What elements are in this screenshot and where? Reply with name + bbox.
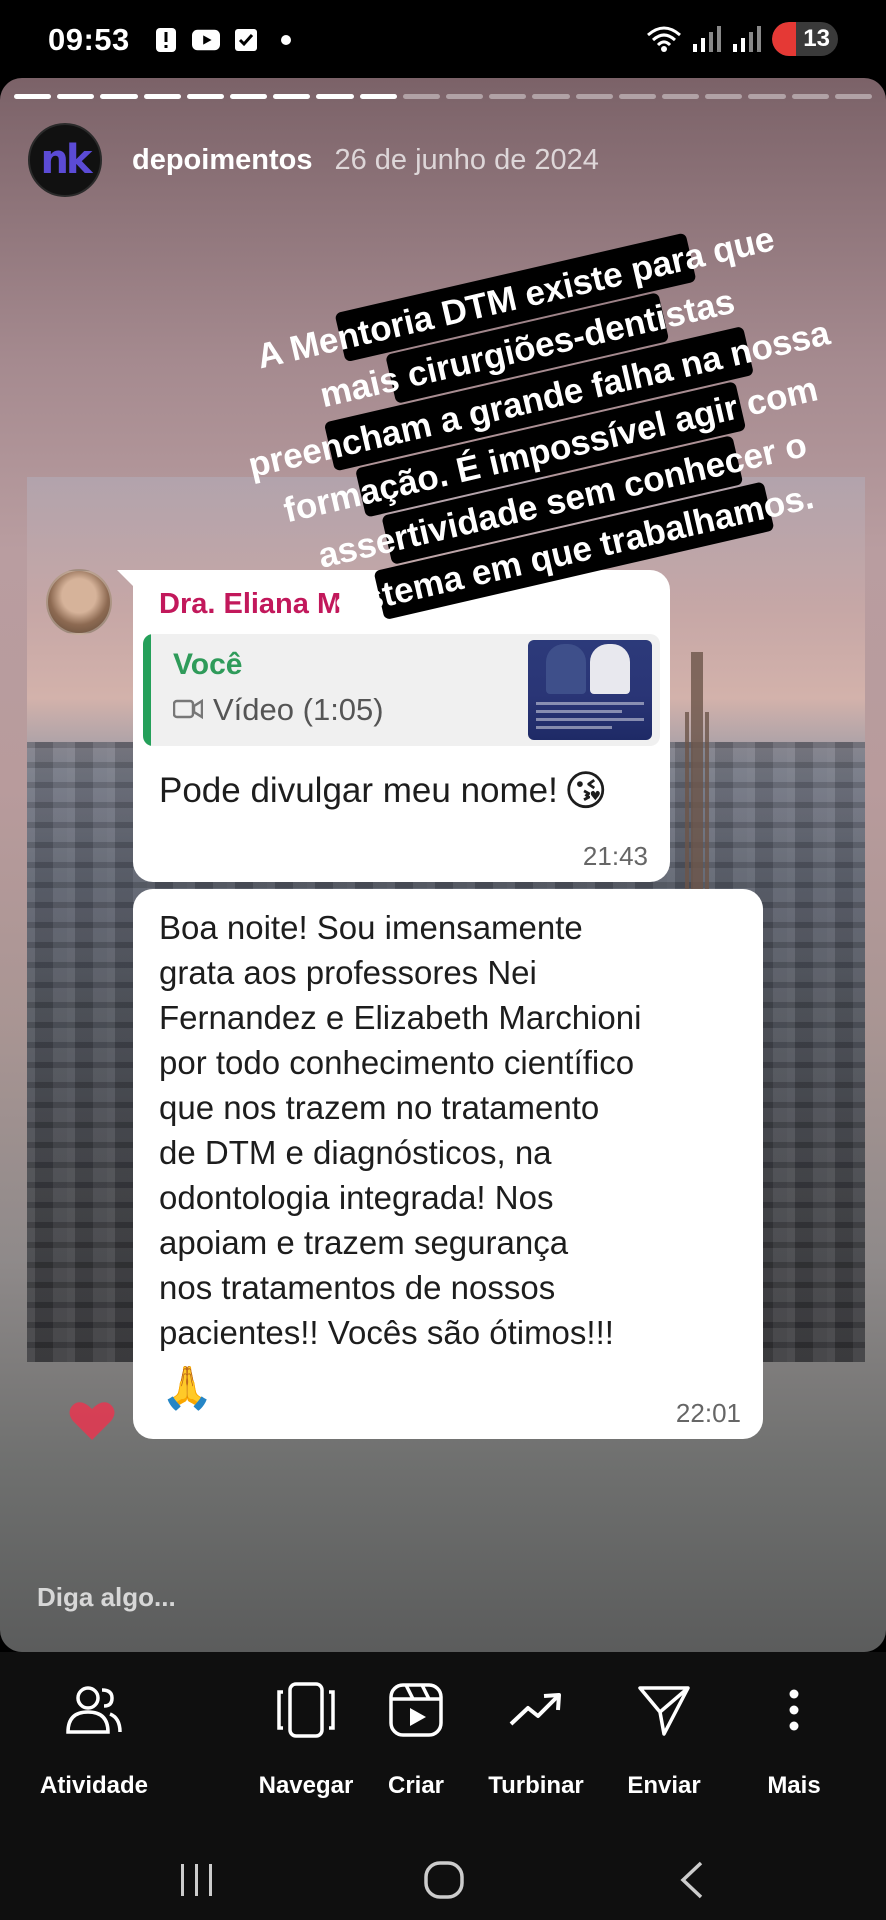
progress-segment	[14, 94, 52, 99]
profile-avatar[interactable]: nk	[28, 123, 102, 197]
signal-icon-2	[732, 26, 762, 52]
message-1: Pode divulgar meu nome! 😘	[159, 766, 608, 815]
message-2-line: de DTM e diagnósticos, na	[159, 1134, 552, 1171]
progress-segment	[791, 94, 829, 99]
quote-media: Vídeo (1:05)	[172, 692, 384, 728]
message-2-line: Fernandez e Elizabeth Marchioni	[159, 999, 642, 1036]
people-icon	[64, 1680, 124, 1740]
recents-button[interactable]	[157, 1858, 237, 1902]
send-label: Enviar	[627, 1772, 701, 1799]
message-2-line: apoiam e trazem segurança	[159, 1224, 569, 1261]
progress-segment	[446, 94, 484, 99]
boost-button[interactable]: Turbinar	[466, 1680, 606, 1800]
avatar-logo: nk	[40, 137, 92, 183]
back-button[interactable]	[652, 1858, 732, 1902]
battery-level: 13	[803, 25, 830, 52]
wifi-icon	[646, 26, 682, 52]
reply-input[interactable]: Diga algo...	[37, 1582, 176, 1613]
message-2: Boa noite! Sou imensamente grata aos pro…	[159, 905, 749, 1355]
trending-icon	[508, 1680, 564, 1740]
message-2-line: grata aos professores Nei	[159, 954, 537, 991]
story-username[interactable]: depoimentos	[132, 144, 312, 177]
status-bar: 09:53 13	[0, 0, 886, 80]
create-button[interactable]: Criar	[346, 1680, 486, 1800]
message-1-time: 21:43	[582, 841, 648, 871]
more-label: Mais	[767, 1772, 821, 1799]
chat-bubble-2: Boa noite! Sou imensamente grata aos pro…	[133, 889, 763, 1439]
checkbox-icon	[232, 27, 260, 53]
browse-label: Navegar	[258, 1772, 354, 1799]
reel-icon	[388, 1680, 444, 1740]
quote-bar	[143, 634, 151, 746]
status-system-icons: 13	[646, 22, 838, 56]
progress-segment	[532, 94, 570, 99]
quoted-message: Você Vídeo (1:05)	[143, 634, 660, 746]
carousel-icon	[276, 1680, 336, 1740]
send-button[interactable]: Enviar	[594, 1680, 734, 1800]
status-notification-icons	[152, 27, 300, 53]
progress-segment	[316, 94, 354, 99]
chat-bubble-1: Dra. Eliana M Você Vídeo (1:05) Pode div…	[117, 570, 670, 882]
signal-icon	[692, 26, 722, 52]
quote-author: Você	[173, 648, 243, 681]
system-nav-bar	[0, 1840, 886, 1920]
more-vertical-icon	[788, 1680, 800, 1740]
create-label: Criar	[387, 1772, 445, 1799]
progress-segment	[575, 94, 613, 99]
progress-segment	[359, 94, 397, 99]
quote-media-label: Vídeo (1:05)	[213, 692, 384, 727]
contact-avatar	[46, 569, 112, 635]
video-camera-icon	[172, 692, 204, 728]
kiss-emoji: 😘	[563, 767, 608, 814]
progress-segment	[273, 94, 311, 99]
message-2-line: pacientes!! Vocês são ótimos!!!	[159, 1314, 614, 1351]
send-icon	[636, 1680, 692, 1740]
video-thumbnail	[528, 640, 652, 740]
sender-name: Dra. Eliana M	[159, 588, 342, 620]
story-header: nk depoimentos 26 de junho de 2024	[28, 122, 599, 198]
youtube-icon	[192, 27, 220, 53]
progress-segment	[662, 94, 700, 99]
story-progress	[14, 94, 873, 99]
home-button[interactable]	[404, 1858, 484, 1902]
message-2-time: 22:01	[675, 1398, 741, 1428]
pray-emoji: 🙏	[161, 1364, 214, 1411]
heart-icon	[68, 1400, 116, 1453]
progress-segment	[100, 94, 138, 99]
progress-segment	[143, 94, 181, 99]
status-time: 09:53	[48, 22, 130, 57]
alert-icon	[152, 27, 180, 53]
story-date: 26 de junho de 2024	[334, 143, 599, 176]
battery-indicator: 13	[772, 22, 838, 56]
progress-segment	[618, 94, 657, 99]
message-2-line: odontologia integrada! Nos	[159, 1179, 554, 1216]
boost-label: Turbinar	[488, 1772, 584, 1799]
activity-label: Atividade	[39, 1772, 149, 1799]
progress-segment	[705, 94, 743, 99]
progress-segment	[748, 94, 786, 99]
progress-segment	[230, 94, 268, 99]
progress-segment	[186, 94, 225, 99]
progress-segment	[834, 94, 873, 99]
more-button[interactable]: Mais	[724, 1680, 864, 1800]
dot-icon	[272, 27, 300, 53]
message-2-line: que nos trazem no tratamento	[159, 1089, 600, 1126]
progress-segment	[57, 94, 95, 99]
message-2-line: nos tratamentos de nossos	[159, 1269, 556, 1306]
story-action-bar: Atividade Navegar Criar Turbinar Enviar …	[0, 1652, 886, 1840]
progress-segment	[402, 94, 441, 99]
message-2-line: por todo conhecimento científico	[159, 1044, 635, 1081]
message-1-text: Pode divulgar meu nome!	[159, 770, 558, 810]
message-2-line: Boa noite! Sou imensamente	[159, 909, 583, 946]
progress-segment	[489, 94, 527, 99]
eiffel-tower	[667, 652, 727, 892]
activity-button[interactable]: Atividade	[24, 1680, 164, 1800]
